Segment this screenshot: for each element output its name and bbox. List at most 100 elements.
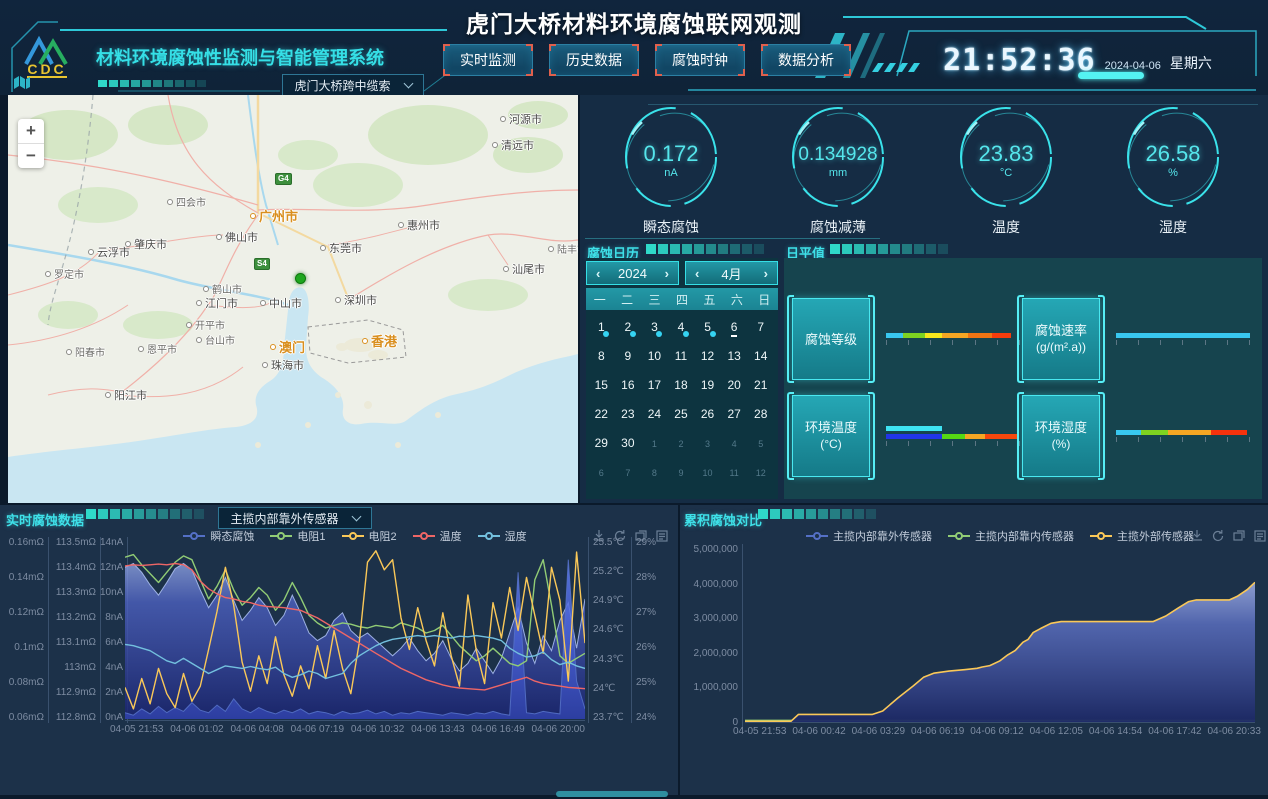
- calendar-day[interactable]: 9: [670, 463, 692, 485]
- axis-tick-label: 04-06 13:43: [411, 724, 464, 735]
- value-bar: [1116, 430, 1250, 435]
- calendar-day[interactable]: 30: [617, 434, 639, 456]
- calendar-day[interactable]: 23: [617, 405, 639, 427]
- bar-segment: [942, 434, 965, 439]
- sensor-site-marker[interactable]: [295, 273, 306, 284]
- calendar-day[interactable]: 1: [643, 434, 665, 456]
- tick-mark: [952, 340, 953, 345]
- map-city-label: 鹤山市: [203, 281, 242, 296]
- calendar-day[interactable]: 5: [750, 434, 772, 456]
- dashboard-root: 虎门大桥材料环境腐蚀联网观测 CDC 材料环境腐蚀性监测与智能管理系统 实时监测…: [0, 0, 1268, 799]
- header-decor-squares: [98, 80, 208, 87]
- calendar-day[interactable]: 16: [617, 376, 639, 398]
- legend-item[interactable]: 主揽内部靠外传感器: [806, 528, 932, 544]
- city-name: 陆丰市: [557, 241, 578, 256]
- card-sub-label: (g/(m².a)): [1036, 339, 1086, 356]
- calendar-day[interactable]: 3: [697, 434, 719, 456]
- decor-square: [758, 509, 768, 519]
- legend-marker-dot: [277, 532, 285, 540]
- calendar-day[interactable]: 29: [590, 434, 612, 456]
- dataview-icon[interactable]: [1253, 529, 1267, 548]
- calendar-day[interactable]: 18: [670, 376, 692, 398]
- nav-button-1[interactable]: 实时监测: [443, 44, 533, 76]
- axis-tick-label: 04-06 00:42: [792, 726, 845, 737]
- map-zoom-out-button[interactable]: −: [18, 143, 44, 168]
- decor-square: [153, 80, 162, 87]
- calendar-day[interactable]: 11: [723, 463, 745, 485]
- decor-square: [770, 509, 780, 519]
- sensor-dropdown[interactable]: 主揽内部靠外传感器: [218, 507, 372, 529]
- day-number: 18: [674, 378, 687, 392]
- map-city-label: 中山市: [260, 295, 302, 311]
- calendar-day[interactable]: 10: [643, 347, 665, 369]
- nav-button-2[interactable]: 历史数据: [549, 44, 639, 76]
- calendar-day[interactable]: 5: [697, 318, 719, 340]
- tick-mark: [908, 340, 909, 345]
- axis-tick-label: 0.16mΩ: [2, 537, 44, 548]
- calendar-day[interactable]: 6: [590, 463, 612, 485]
- download-icon[interactable]: [1190, 529, 1204, 548]
- calendar-day[interactable]: 9: [617, 347, 639, 369]
- calendar-day[interactable]: 4: [670, 318, 692, 340]
- legend-item[interactable]: 主揽外部传感器: [1090, 528, 1194, 544]
- calendar-day[interactable]: 12: [750, 463, 772, 485]
- realtime-chart[interactable]: [125, 542, 585, 719]
- cumulative-chart[interactable]: [745, 550, 1255, 722]
- bar-segment: [1211, 430, 1247, 435]
- axis-tick-label: 113.1mΩ: [50, 637, 96, 648]
- axis-tick-label: 0.08mΩ: [2, 677, 44, 688]
- calendar-day[interactable]: 25: [670, 405, 692, 427]
- horizontal-scrollbar-thumb[interactable]: [556, 791, 668, 797]
- refresh-icon[interactable]: [1211, 529, 1225, 548]
- map-zoom-in-button[interactable]: +: [18, 119, 44, 143]
- calendar-day[interactable]: 6: [723, 318, 745, 340]
- calendar-day[interactable]: 2: [617, 318, 639, 340]
- corrosion-dot: [603, 331, 609, 337]
- bridge-location-dropdown[interactable]: 虎门大桥跨中缆索: [282, 74, 424, 96]
- calendar-day[interactable]: 1: [590, 318, 612, 340]
- calendar-day[interactable]: 3: [643, 318, 665, 340]
- bar-ticks: [886, 441, 1020, 446]
- day-number: 17: [648, 378, 661, 392]
- year-prev-button[interactable]: ‹: [596, 266, 600, 281]
- day-number: 23: [621, 407, 634, 421]
- city-marker-dot: [362, 338, 368, 344]
- calendar-day[interactable]: 13: [723, 347, 745, 369]
- calendar-day[interactable]: 26: [697, 405, 719, 427]
- nav-button-3[interactable]: 腐蚀时钟: [655, 44, 745, 76]
- calendar-day[interactable]: 27: [723, 405, 745, 427]
- calendar-day[interactable]: 8: [590, 347, 612, 369]
- calendar-day[interactable]: 2: [670, 434, 692, 456]
- day-number: 10: [703, 468, 713, 478]
- calendar-day[interactable]: 24: [643, 405, 665, 427]
- day-number: 8: [652, 468, 657, 478]
- calendar-day[interactable]: 21: [750, 376, 772, 398]
- tick-mark: [1116, 340, 1117, 345]
- calendar-day[interactable]: 20: [723, 376, 745, 398]
- calendar-decor-squares: [646, 244, 766, 254]
- cumulative-decor-squares: [758, 509, 878, 519]
- calendar-day[interactable]: 17: [643, 376, 665, 398]
- month-next-button[interactable]: ›: [764, 266, 768, 281]
- legend-item[interactable]: 主揽内部靠内传感器: [948, 528, 1074, 544]
- restore-icon[interactable]: [1232, 529, 1246, 548]
- map-panel[interactable]: 清远市河源市四会市广州市惠州市佛山市东莞市肇庆市云浮市罗定市陆丰市汕尾市鹤山市江…: [8, 95, 578, 503]
- calendar-day[interactable]: 8: [643, 463, 665, 485]
- month-prev-button[interactable]: ‹: [695, 266, 699, 281]
- value-bar: [886, 426, 1020, 431]
- calendar-day[interactable]: 12: [697, 347, 719, 369]
- calendar-day[interactable]: 15: [590, 376, 612, 398]
- calendar-day[interactable]: 10: [697, 463, 719, 485]
- calendar-day[interactable]: 22: [590, 405, 612, 427]
- year-next-button[interactable]: ›: [665, 266, 669, 281]
- calendar-day[interactable]: 7: [750, 318, 772, 340]
- nav-button-4[interactable]: 数据分析: [761, 44, 851, 76]
- decor-square: [742, 244, 752, 254]
- calendar-day[interactable]: 4: [723, 434, 745, 456]
- calendar-day[interactable]: 7: [617, 463, 639, 485]
- calendar-day[interactable]: 14: [750, 347, 772, 369]
- calendar-day[interactable]: 28: [750, 405, 772, 427]
- legend-marker-dot: [1097, 532, 1105, 540]
- calendar-day[interactable]: 11: [670, 347, 692, 369]
- calendar-day[interactable]: 19: [697, 376, 719, 398]
